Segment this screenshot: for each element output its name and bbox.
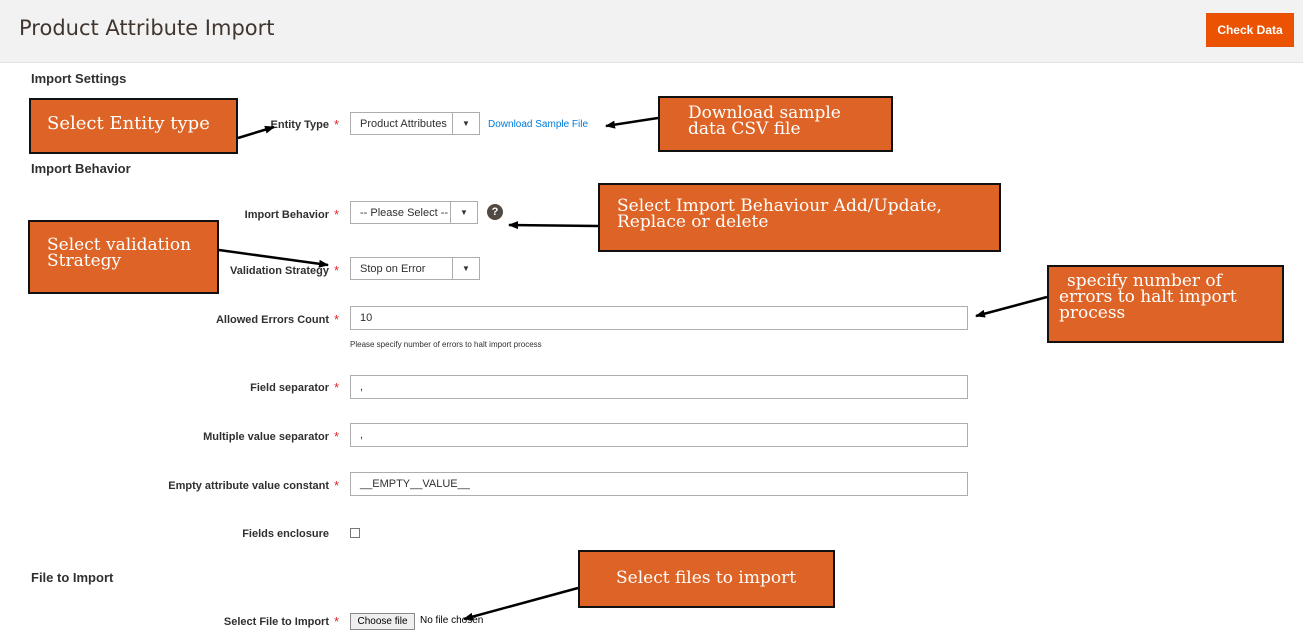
callout-entity-type: Select Entity type <box>29 98 238 154</box>
field-separator-value: , <box>360 381 364 393</box>
multiple-value-separator-label: Multiple value separator <box>203 431 329 443</box>
required-mark: * <box>334 263 340 278</box>
arrow-download <box>605 116 659 129</box>
fields-enclosure-label: Fields enclosure <box>242 528 329 540</box>
callout-import-behavior: Select Import Behaviour Add/Update, Repl… <box>598 183 1001 252</box>
page-header: Product Attribute Import Check Data <box>0 0 1303 63</box>
validation-strategy-label: Validation Strategy <box>229 265 329 277</box>
check-data-button[interactable]: Check Data <box>1206 13 1294 47</box>
allowed-errors-value: 10 <box>360 312 373 324</box>
multiple-value-separator-value: , <box>360 429 364 441</box>
validation-strategy-value: Stop on Error <box>360 263 426 275</box>
import-behavior-value: -- Please Select -- <box>360 207 449 219</box>
required-mark: * <box>334 380 340 395</box>
allowed-errors-label: Allowed Errors Count <box>215 314 329 326</box>
validation-strategy-select[interactable]: Stop on Error ▼ <box>350 257 480 280</box>
field-separator-input[interactable]: , <box>350 375 968 399</box>
choose-file-button[interactable]: Choose file <box>350 613 415 630</box>
allowed-errors-note: Please specify number of errors to halt … <box>350 340 542 349</box>
section-import-settings: Import Settings <box>31 71 127 86</box>
callout-select-files: Select files to import <box>578 550 835 608</box>
section-import-behavior: Import Behavior <box>31 161 131 176</box>
chevron-down-icon: ▼ <box>450 202 477 223</box>
import-behavior-select[interactable]: -- Please Select -- ▼ <box>350 201 478 224</box>
file-status: No file chosen <box>420 615 484 626</box>
import-behavior-label: Import Behavior <box>244 209 329 221</box>
required-mark: * <box>334 312 340 327</box>
download-sample-link[interactable]: Download Sample File <box>488 119 588 130</box>
callout-download-sample: Download sample data CSV file <box>658 96 893 152</box>
field-separator-label: Field separator <box>250 382 329 394</box>
empty-attribute-value: __EMPTY__VALUE__ <box>360 478 470 490</box>
arrow-errors <box>975 295 1048 318</box>
section-file-to-import: File to Import <box>31 570 114 585</box>
required-mark: * <box>334 117 340 132</box>
arrow-entity <box>237 125 275 140</box>
multiple-value-separator-input[interactable]: , <box>350 423 968 447</box>
required-mark: * <box>334 478 340 493</box>
question-icon[interactable]: ? <box>487 204 503 220</box>
chevron-down-icon: ▼ <box>452 258 479 279</box>
entity-type-select[interactable]: Product Attributes ▼ <box>350 112 480 135</box>
empty-attribute-label: Empty attribute value constant <box>168 480 329 492</box>
chevron-down-icon: ▼ <box>452 113 479 134</box>
callout-validation-strategy: Select validation Strategy <box>28 220 219 294</box>
allowed-errors-input[interactable]: 10 <box>350 306 968 330</box>
page-title: Product Attribute Import <box>19 16 275 40</box>
required-mark: * <box>334 207 340 222</box>
required-mark: * <box>334 429 340 444</box>
entity-type-label: Entity Type <box>270 119 329 131</box>
entity-type-value: Product Attributes <box>360 118 447 130</box>
arrow-behavior <box>508 221 599 230</box>
arrow-validation <box>218 248 329 268</box>
select-file-label: Select File to Import <box>223 616 329 628</box>
empty-attribute-input[interactable]: __EMPTY__VALUE__ <box>350 472 968 496</box>
callout-errors-count: specify number of errors to halt import … <box>1047 265 1284 343</box>
fields-enclosure-checkbox[interactable] <box>350 528 360 538</box>
